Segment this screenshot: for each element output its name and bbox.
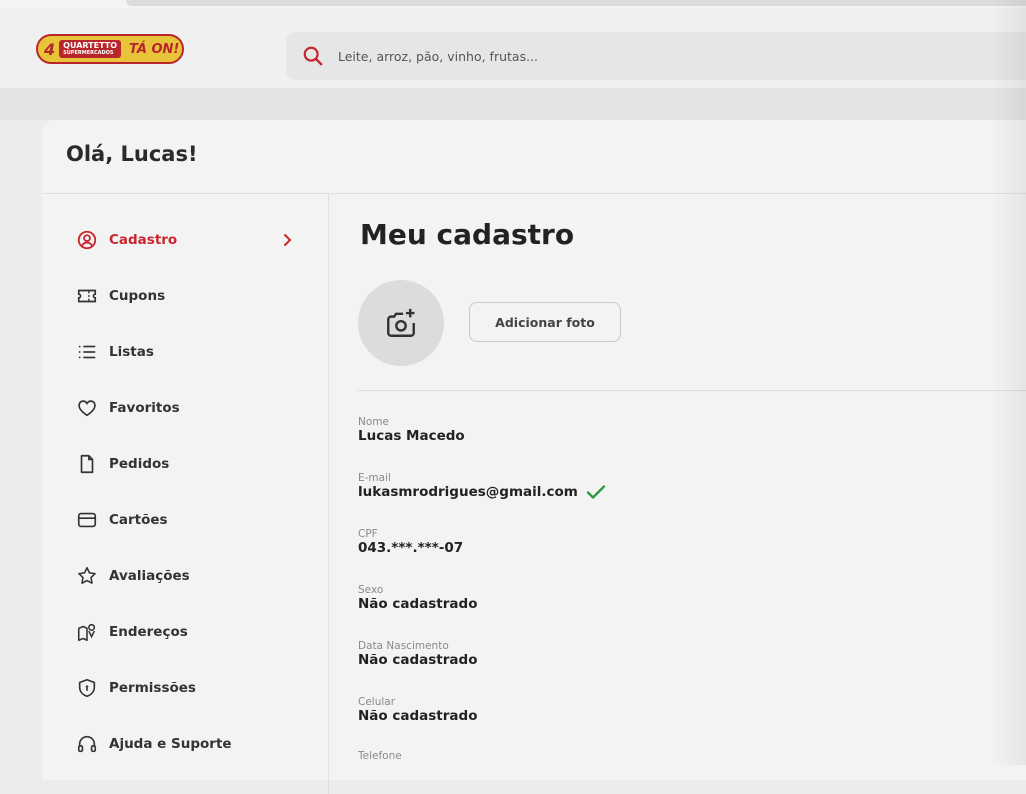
heart-icon — [78, 400, 96, 417]
logo-brand: QUARTETTO SUPERMERCADOS — [59, 40, 122, 58]
headset-icon — [77, 735, 97, 753]
sidebar-item-pedidos[interactable]: Pedidos — [42, 444, 328, 484]
logo-slogan: TÁ ON! — [129, 41, 180, 57]
sidebar-item-label: Avaliações — [109, 568, 190, 584]
sidebar-item-cartoes[interactable]: Cartões — [42, 500, 328, 540]
map-pin-icon — [77, 623, 96, 642]
top-strip — [0, 0, 1026, 8]
sidebar-item-favoritos[interactable]: Favoritos — [42, 388, 328, 428]
field-label: E-mail — [358, 472, 391, 484]
field-value: Não cadastrado — [358, 708, 478, 724]
field-value: Não cadastrado — [358, 596, 478, 612]
add-photo-icon — [387, 308, 415, 337]
field-label: Celular — [358, 696, 396, 708]
search-icon[interactable] — [302, 45, 324, 67]
search-input[interactable] — [336, 47, 940, 65]
sidebar-item-label: Cartões — [109, 512, 168, 528]
sidebar-item-label: Listas — [109, 344, 154, 360]
sidebar-item-cupons[interactable]: Cupons — [42, 276, 328, 316]
sidebar-item-label: Cupons — [109, 288, 166, 304]
field-nome: Nome Lucas Macedo — [358, 416, 465, 444]
field-celular: Celular Não cadastrado — [358, 696, 477, 724]
list-icon — [78, 345, 96, 359]
sidebar-item-label: Favoritos — [109, 400, 180, 416]
field-telefone: Telefone — [358, 750, 402, 762]
field-email: E-mail lukasmrodrigues@gmail.com — [358, 472, 606, 500]
credit-card-icon — [77, 512, 97, 528]
sidebar-item-avaliacoes[interactable]: Avaliações — [42, 556, 328, 596]
field-value: lukasmrodrigues@gmail.com — [358, 484, 578, 500]
search-bar — [286, 32, 1026, 80]
star-icon — [78, 566, 96, 584]
ticket-icon — [77, 289, 97, 303]
sidebar-item-label: Permissões — [109, 680, 196, 696]
site-header: 4 QUARTETTO SUPERMERCADOS TÁ ON! — [0, 8, 1026, 88]
verified-check-icon — [586, 485, 606, 499]
divider — [42, 193, 1026, 194]
field-value: 043.***.***-07 — [358, 540, 464, 556]
sidebar-item-label: Pedidos — [109, 456, 170, 472]
sidebar-item-ajuda[interactable]: Ajuda e Suporte — [42, 724, 328, 764]
field-cpf: CPF 043.***.***-07 — [358, 528, 463, 556]
chevron-right-icon — [284, 234, 292, 246]
sidebar-item-label: Ajuda e Suporte — [109, 736, 232, 752]
sidebar-item-listas[interactable]: Listas — [42, 332, 328, 372]
field-data-nascimento: Data Nascimento Não cadastrado — [358, 640, 477, 668]
page-title: Meu cadastro — [360, 218, 575, 251]
sidebar-item-label: Cadastro — [109, 232, 178, 248]
store-logo[interactable]: 4 QUARTETTO SUPERMERCADOS TÁ ON! — [36, 34, 184, 64]
sidebar-item-enderecos[interactable]: Endereços — [42, 612, 328, 652]
field-label: Nome — [358, 416, 389, 428]
field-label: Data Nascimento — [358, 640, 449, 652]
account-card: Olá, Lucas! Cadastro Cupons Listas Favor… — [42, 120, 1026, 794]
document-icon — [80, 454, 94, 474]
greeting-title: Olá, Lucas! — [66, 142, 198, 166]
field-sexo: Sexo Não cadastrado — [358, 584, 477, 612]
header-divider — [0, 88, 1026, 120]
shield-icon — [78, 678, 96, 698]
field-value: Não cadastrado — [358, 652, 478, 668]
sidebar-item-cadastro[interactable]: Cadastro — [42, 220, 328, 260]
divider — [328, 194, 329, 794]
field-value: Lucas Macedo — [358, 428, 465, 444]
divider — [358, 390, 1026, 391]
avatar[interactable] — [358, 280, 444, 366]
field-label: CPF — [358, 528, 378, 540]
logo-number: 4 — [44, 39, 56, 59]
field-label: Sexo — [358, 584, 384, 596]
field-label: Telefone — [358, 750, 402, 762]
user-circle-icon — [77, 230, 97, 250]
add-photo-button[interactable]: Adicionar foto — [469, 302, 621, 342]
sidebar-item-permissoes[interactable]: Permissões — [42, 668, 328, 708]
sidebar-item-label: Endereços — [109, 624, 188, 640]
